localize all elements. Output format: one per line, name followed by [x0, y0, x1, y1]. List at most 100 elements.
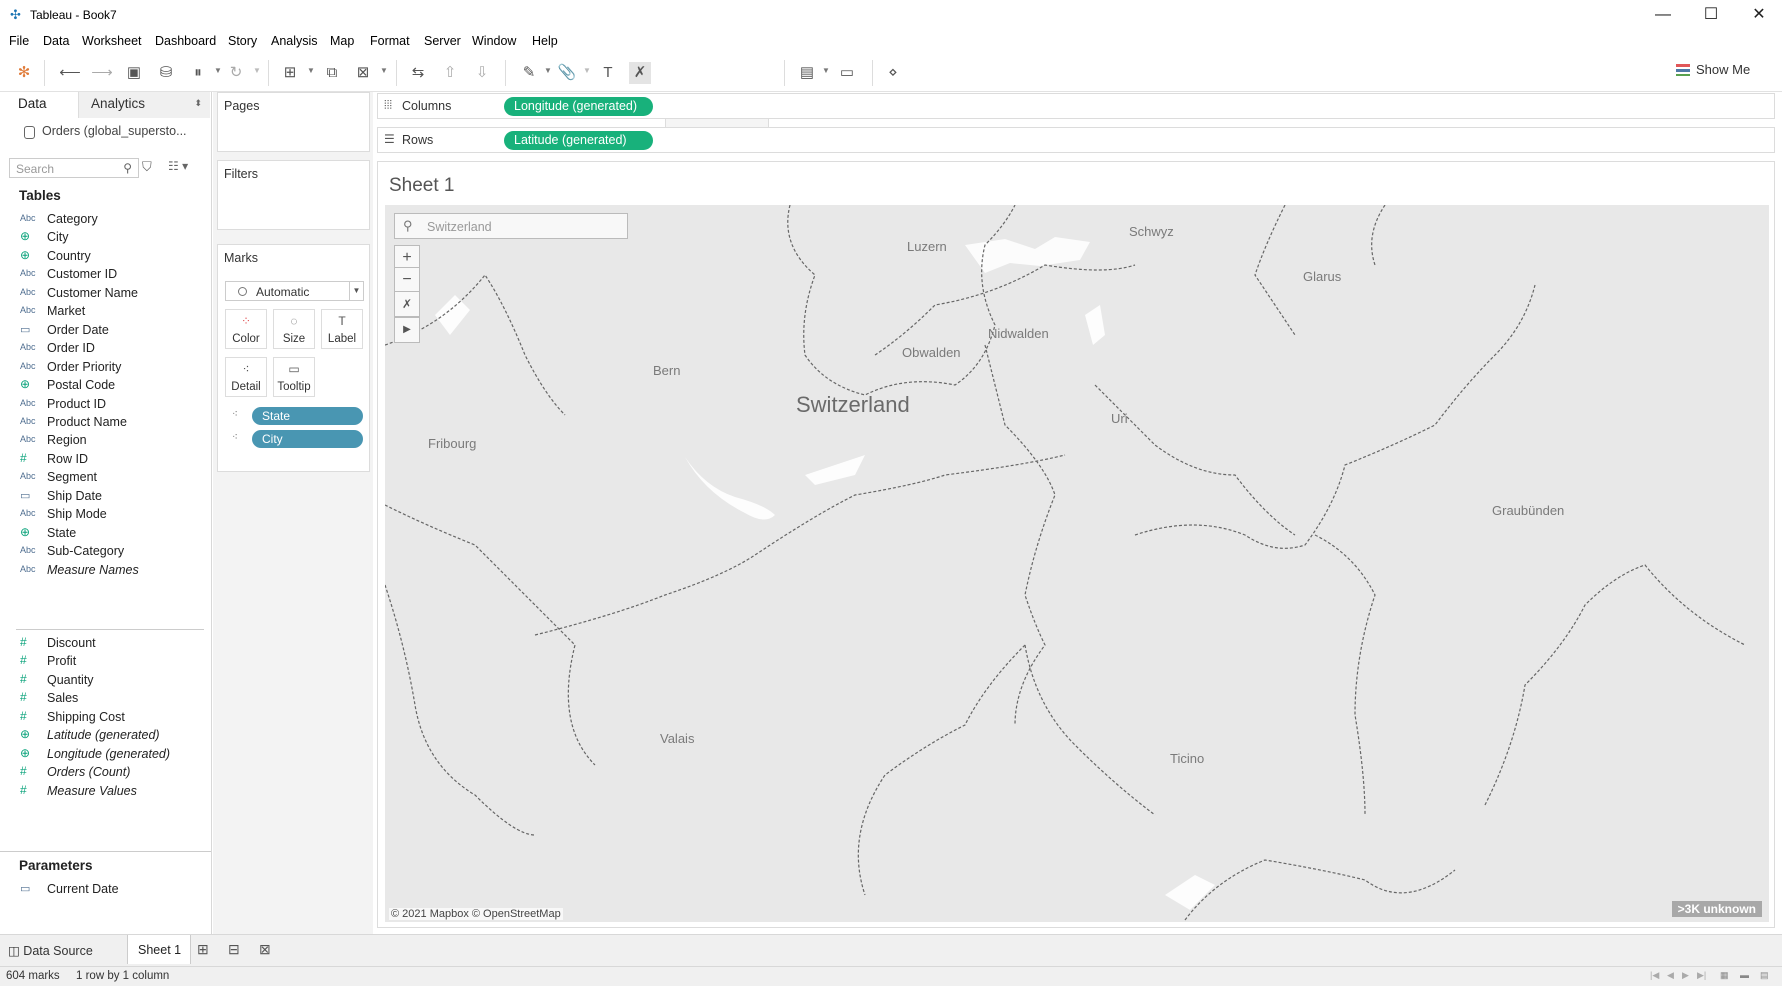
- menu-dashboard[interactable]: Dashboard: [155, 34, 216, 48]
- string-type-icon: Abc: [20, 508, 36, 519]
- datasource-name[interactable]: Orders (global_supersto...: [42, 124, 187, 138]
- expand-toolbar-icon[interactable]: ▶: [394, 317, 420, 343]
- unknown-badge[interactable]: >3K unknown: [1671, 901, 1762, 917]
- save-icon[interactable]: ▣: [123, 62, 145, 84]
- chevron-down-icon[interactable]: ▼: [583, 66, 591, 75]
- reset-map-icon[interactable]: ✗: [394, 291, 420, 317]
- columns-pill-longitude[interactable]: Longitude (generated): [504, 97, 653, 116]
- refresh-icon[interactable]: ↻: [225, 62, 247, 84]
- chevron-down-icon[interactable]: ▼: [822, 66, 830, 75]
- search-input[interactable]: Search ⚲: [9, 158, 139, 178]
- date-type-icon: ▭: [20, 323, 31, 336]
- new-worksheet-icon[interactable]: ⊞: [197, 941, 209, 958]
- prev-sheet-icon[interactable]: ◀: [1667, 970, 1674, 981]
- chevron-down-icon[interactable]: ▼: [380, 66, 388, 75]
- new-worksheet-icon[interactable]: ⊞: [279, 62, 301, 84]
- map-attribution[interactable]: © 2021 Mapbox © OpenStreetMap: [389, 908, 563, 920]
- group-icon[interactable]: 📎: [556, 62, 578, 84]
- highlight-icon[interactable]: ✎: [518, 62, 540, 84]
- last-sheet-icon[interactable]: ▶|: [1697, 970, 1706, 981]
- new-dashboard-icon[interactable]: ⊟: [228, 941, 240, 958]
- first-sheet-icon[interactable]: |◀: [1650, 970, 1659, 981]
- tab-data-source[interactable]: ◫ Data Source: [8, 943, 93, 958]
- show-me-button[interactable]: Show Me: [1676, 62, 1750, 77]
- menu-data[interactable]: Data: [43, 34, 69, 48]
- show-tabs-icon[interactable]: ▬: [1740, 970, 1749, 980]
- columns-shelf[interactable]: ⦙⦙⦙ Columns Longitude (generated): [377, 93, 1775, 119]
- menu-file[interactable]: File: [9, 34, 29, 48]
- map-label-valais: Valais: [660, 731, 695, 746]
- menu-map[interactable]: Map: [330, 34, 354, 48]
- swap-rows-columns-icon[interactable]: ⇆: [407, 62, 429, 84]
- pages-card[interactable]: Pages: [217, 92, 370, 152]
- new-datasource-icon[interactable]: ⛁: [155, 62, 177, 84]
- undo-icon[interactable]: ⟵: [59, 62, 81, 84]
- field-name: Postal Code: [47, 378, 116, 393]
- show-mark-labels-icon[interactable]: T: [597, 62, 619, 84]
- menu-help[interactable]: Help: [532, 34, 558, 48]
- field-name: Order Priority: [47, 359, 122, 374]
- mark-type-dropdown[interactable]: Automatic ▼: [225, 281, 364, 301]
- chevron-down-icon[interactable]: ▼: [253, 66, 261, 75]
- rows-shelf[interactable]: ☰ Rows Latitude (generated): [377, 127, 1775, 153]
- menu-analysis[interactable]: Analysis: [271, 34, 318, 48]
- sort-descending-icon[interactable]: ⇩: [471, 62, 493, 84]
- detail-button[interactable]: ⁖ Detail: [225, 357, 267, 397]
- close-button[interactable]: ✕: [1736, 0, 1782, 30]
- filter-icon[interactable]: ⛉: [142, 159, 152, 175]
- tableau-home-icon[interactable]: ✻: [13, 62, 35, 84]
- menu-story[interactable]: Story: [228, 34, 257, 48]
- tab-analytics[interactable]: Analytics ⬍: [78, 92, 210, 118]
- new-story-icon[interactable]: ⊠: [259, 941, 271, 958]
- chevron-down-icon[interactable]: ▼: [307, 66, 315, 75]
- sort-ascending-icon[interactable]: ⇧: [439, 62, 461, 84]
- field-name: Latitude (generated): [47, 728, 160, 743]
- geo-type-icon: ⊕: [20, 745, 31, 760]
- chevron-down-icon[interactable]: ▼: [544, 66, 552, 75]
- tooltip-button[interactable]: ▭ Tooltip: [273, 357, 315, 397]
- field-name: Ship Mode: [47, 507, 107, 522]
- field-name: Category: [47, 212, 98, 226]
- tab-sheet-1[interactable]: Sheet 1: [127, 935, 191, 964]
- filters-card[interactable]: Filters: [217, 160, 370, 230]
- chevron-down-icon[interactable]: ▼: [214, 66, 222, 75]
- zoom-out-button[interactable]: −: [394, 267, 420, 293]
- minimize-button[interactable]: —: [1640, 0, 1686, 30]
- map-view[interactable]: Luzern Schwyz Glarus Obwalden Nidwalden …: [385, 205, 1769, 922]
- rows-pill-latitude[interactable]: Latitude (generated): [504, 131, 653, 150]
- maximize-button[interactable]: ☐: [1688, 0, 1734, 30]
- show-filmstrip-icon[interactable]: ▦: [1720, 970, 1729, 981]
- presentation-mode-icon[interactable]: ▭: [836, 62, 858, 84]
- datasource-icon: [24, 126, 35, 139]
- number-type-icon: #: [20, 653, 27, 668]
- view-options-icon[interactable]: ☷ ▾: [168, 159, 188, 173]
- clear-sheet-icon[interactable]: ⊠: [352, 62, 374, 84]
- menu-server[interactable]: Server: [424, 34, 461, 48]
- menu-bar: File Data Worksheet Dashboard Story Anal…: [0, 30, 1782, 52]
- chevron-down-icon: ▼: [349, 282, 363, 300]
- dimension-measure-divider: [16, 629, 204, 630]
- marks-pill-state[interactable]: State: [252, 407, 363, 425]
- marks-pill-city[interactable]: City: [252, 430, 363, 448]
- string-type-icon: Abc: [20, 342, 36, 353]
- string-type-icon: Abc: [20, 545, 36, 556]
- fix-axes-icon[interactable]: ✗: [629, 62, 651, 84]
- number-type-icon: #: [20, 764, 27, 779]
- menu-format[interactable]: Format: [370, 34, 410, 48]
- sheet-sorter-icon[interactable]: ▤: [1760, 970, 1769, 981]
- color-button[interactable]: ⁘ Color: [225, 309, 267, 349]
- size-button[interactable]: ◌ Size: [273, 309, 315, 349]
- duplicate-sheet-icon[interactable]: ⧉: [321, 62, 343, 84]
- map-search-input[interactable]: ⚲ Switzerland: [394, 213, 628, 239]
- cards-icon[interactable]: ▤: [796, 62, 818, 84]
- tab-data[interactable]: Data: [18, 96, 47, 111]
- datasource-icon: ◫: [8, 944, 24, 958]
- redo-icon[interactable]: ⟶: [91, 62, 113, 84]
- label-button[interactable]: T Label: [321, 309, 363, 349]
- menu-window[interactable]: Window: [472, 34, 516, 48]
- next-sheet-icon[interactable]: ▶: [1682, 970, 1689, 981]
- pause-updates-icon[interactable]: ⏸: [187, 62, 209, 84]
- share-icon[interactable]: ⋄: [882, 62, 904, 84]
- sheet-title[interactable]: Sheet 1: [389, 175, 455, 197]
- menu-worksheet[interactable]: Worksheet: [82, 34, 142, 48]
